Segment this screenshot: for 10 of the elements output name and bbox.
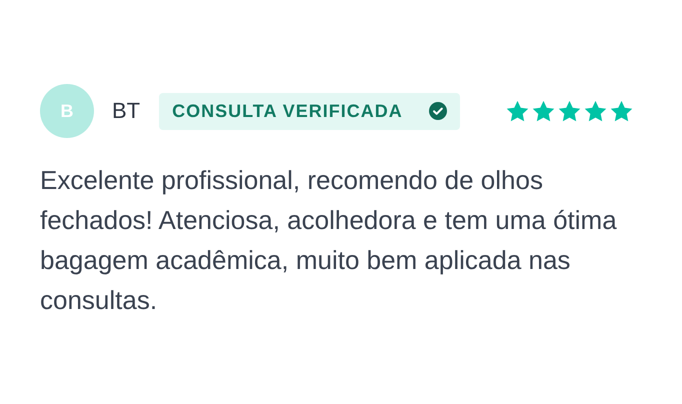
avatar: B (40, 84, 94, 138)
check-circle-icon (429, 102, 448, 120)
review-text: Excelente profissional, recomendo de olhos fechados! Atenciosa, acolhedora e tem uma ótima bagagem acadêmica, muito bem aplicada nas consultas. (40, 164, 618, 317)
star-icon (531, 98, 556, 124)
badge-label: CONSULTA VERIFICADA (172, 100, 403, 122)
star-icon (557, 98, 582, 124)
star-icon (609, 98, 634, 124)
star-icon (583, 98, 608, 124)
author-name: BT (112, 98, 140, 124)
star-icon (505, 98, 530, 124)
